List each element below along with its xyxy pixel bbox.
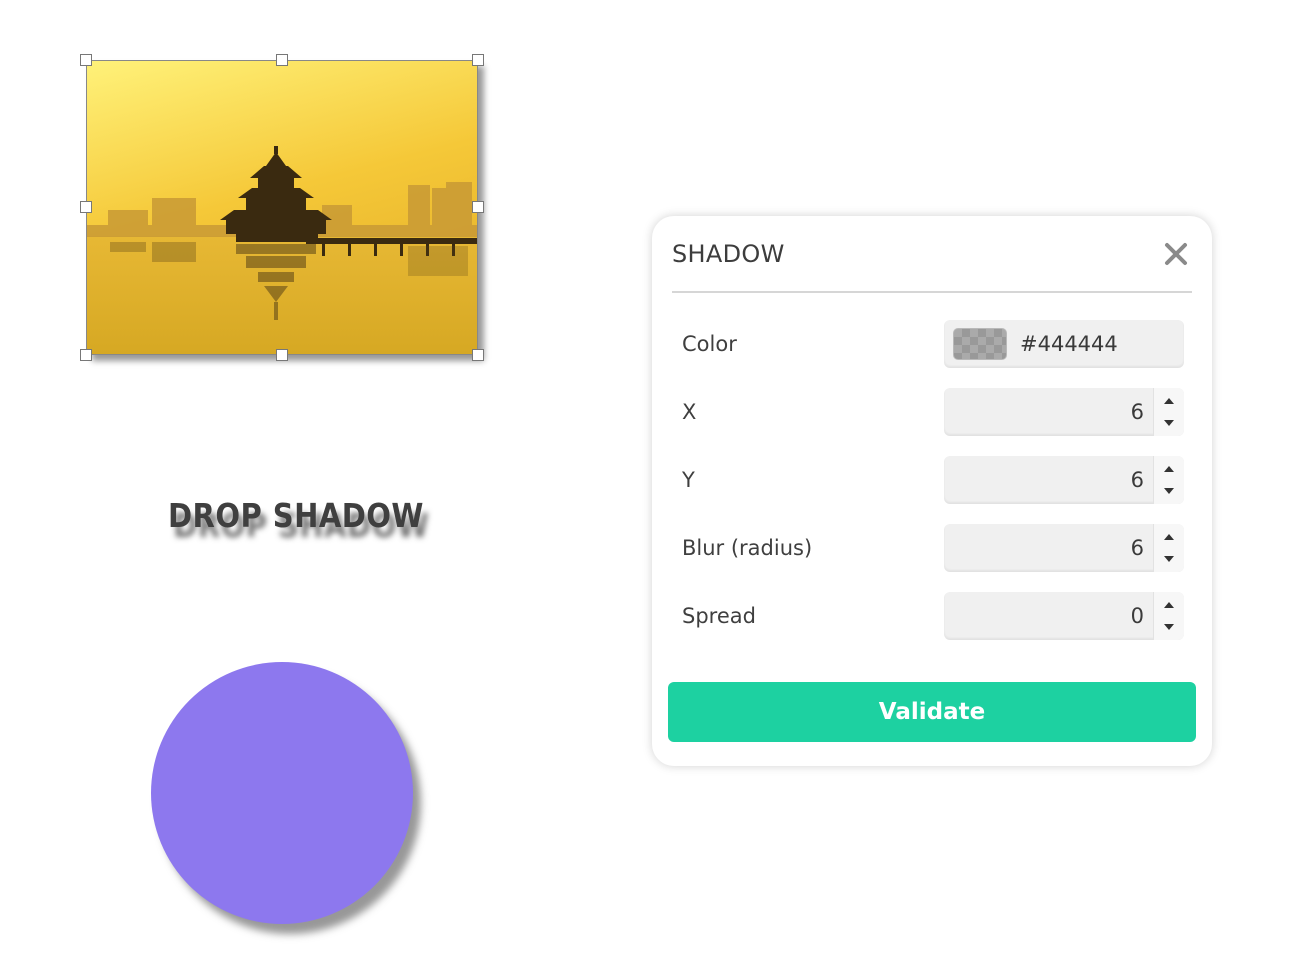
resize-handle-top-right[interactable]	[472, 54, 484, 66]
blur-row: Blur (radius) 6	[652, 524, 1212, 572]
resize-handle-middle-right[interactable]	[472, 201, 484, 213]
y-offset-spinner	[1153, 456, 1184, 504]
blur-label: Blur (radius)	[682, 536, 813, 560]
drop-shadow-text-object[interactable]: DROP SHADOW	[168, 496, 423, 535]
color-value[interactable]: #444444	[1020, 332, 1118, 356]
shadow-panel: SHADOW Color #444444 X 6 Y 6 Blur (radiu…	[652, 216, 1212, 766]
x-row: X 6	[652, 388, 1212, 436]
x-increment-button[interactable]	[1162, 394, 1176, 408]
panel-title: SHADOW	[672, 240, 785, 268]
caret-up-icon	[1164, 398, 1174, 404]
photo-image-object[interactable]	[86, 60, 478, 355]
x-offset-input[interactable]: 6	[944, 388, 1184, 436]
y-increment-button[interactable]	[1162, 462, 1176, 476]
y-offset-input[interactable]: 6	[944, 456, 1184, 504]
color-label: Color	[682, 332, 737, 356]
caret-up-icon	[1164, 466, 1174, 472]
color-swatch[interactable]	[953, 328, 1007, 360]
x-offset-value[interactable]: 6	[1131, 400, 1144, 424]
blur-increment-button[interactable]	[1162, 530, 1176, 544]
close-button[interactable]	[1162, 240, 1190, 268]
caret-down-icon	[1164, 488, 1174, 494]
x-offset-spinner	[1153, 388, 1184, 436]
spread-decrement-button[interactable]	[1162, 620, 1176, 634]
caret-down-icon	[1164, 624, 1174, 630]
spread-label: Spread	[682, 604, 756, 628]
panel-header: SHADOW	[672, 216, 1192, 293]
caret-down-icon	[1164, 420, 1174, 426]
resize-handle-top-center[interactable]	[276, 54, 288, 66]
x-label: X	[682, 400, 697, 424]
resize-handle-bottom-center[interactable]	[276, 349, 288, 361]
spread-input[interactable]: 0	[944, 592, 1184, 640]
color-row: Color #444444	[652, 320, 1212, 368]
purple-circle-object[interactable]	[151, 662, 413, 924]
y-decrement-button[interactable]	[1162, 484, 1176, 498]
blur-radius-value[interactable]: 6	[1131, 536, 1144, 560]
caret-down-icon	[1164, 556, 1174, 562]
x-decrement-button[interactable]	[1162, 416, 1176, 430]
y-offset-value[interactable]: 6	[1131, 468, 1144, 492]
spread-spinner	[1153, 592, 1184, 640]
color-picker-field[interactable]: #444444	[944, 320, 1184, 368]
resize-handle-bottom-right[interactable]	[472, 349, 484, 361]
y-label: Y	[682, 468, 695, 492]
y-row: Y 6	[652, 456, 1212, 504]
validate-button[interactable]: Validate	[668, 682, 1196, 742]
resize-handle-top-left[interactable]	[80, 54, 92, 66]
blur-radius-spinner	[1153, 524, 1184, 572]
pagoda-lake-photo	[86, 60, 478, 355]
blur-radius-input[interactable]: 6	[944, 524, 1184, 572]
spread-value[interactable]: 0	[1131, 604, 1144, 628]
spread-row: Spread 0	[652, 592, 1212, 640]
caret-up-icon	[1164, 534, 1174, 540]
caret-up-icon	[1164, 602, 1174, 608]
close-icon	[1165, 243, 1187, 265]
resize-handle-bottom-left[interactable]	[80, 349, 92, 361]
resize-handle-middle-left[interactable]	[80, 201, 92, 213]
spread-increment-button[interactable]	[1162, 598, 1176, 612]
blur-decrement-button[interactable]	[1162, 552, 1176, 566]
